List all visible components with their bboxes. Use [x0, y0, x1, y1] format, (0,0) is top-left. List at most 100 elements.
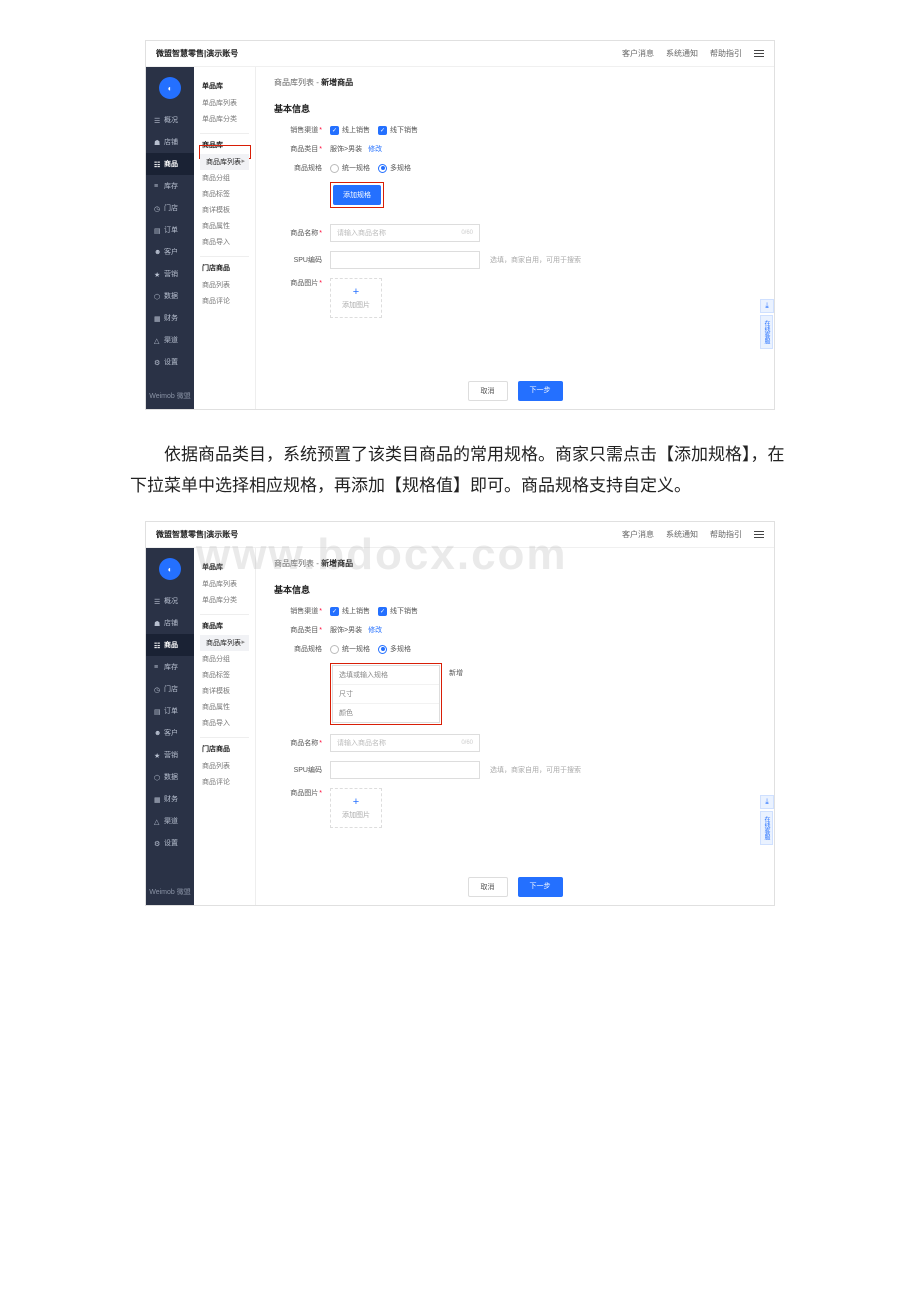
- nav-data[interactable]: ⬡数据: [146, 766, 194, 788]
- dropdown-placeholder[interactable]: 选填或输入规格: [333, 666, 439, 685]
- dropdown-opt-color[interactable]: 颜色: [333, 704, 439, 722]
- add-new-link[interactable]: 新增: [449, 668, 463, 678]
- spec-dropdown[interactable]: 新增 选填或输入规格 尺寸 颜色: [332, 665, 440, 723]
- sub-goods-list[interactable]: 商品库列表: [200, 154, 249, 170]
- download-icon[interactable]: ⤓: [760, 299, 774, 313]
- online-service[interactable]: 在线客服: [760, 315, 773, 349]
- dropdown-opt-size[interactable]: 尺寸: [333, 685, 439, 704]
- sub-goods-import[interactable]: 商品导入: [200, 234, 249, 250]
- sub-goods-tag[interactable]: 商品标签: [200, 186, 249, 202]
- spu-input[interactable]: [330, 761, 480, 779]
- nav-order[interactable]: ▤订单: [146, 700, 194, 722]
- nav-data[interactable]: ⬡数据: [146, 285, 194, 307]
- sub-single-cat[interactable]: 单品库分类: [200, 111, 249, 127]
- hamburger-icon[interactable]: [754, 50, 764, 57]
- checkbox-offline[interactable]: ✓: [378, 126, 387, 135]
- sub-single-cat[interactable]: 单品库分类: [200, 592, 249, 608]
- sub-detail-tpl[interactable]: 商详模板: [200, 683, 249, 699]
- name-input[interactable]: 请输入商品名称 0/60: [330, 734, 480, 752]
- modify-link[interactable]: 修改: [368, 144, 382, 154]
- sub-detail-tpl[interactable]: 商详模板: [200, 202, 249, 218]
- nav-order[interactable]: ▤订单: [146, 219, 194, 241]
- nav-finance[interactable]: ▦财务: [146, 307, 194, 329]
- row-name: 商品名称* 请输入商品名称 0/60: [274, 224, 756, 242]
- online-service[interactable]: 在线客服: [760, 811, 773, 845]
- nav-goods[interactable]: ☷商品: [146, 634, 194, 656]
- cancel-button[interactable]: 取消: [468, 381, 508, 401]
- sub-goods-import[interactable]: 商品导入: [200, 715, 249, 731]
- topbar-link-help[interactable]: 帮助指引: [710, 48, 742, 59]
- sub-store-list[interactable]: 商品列表: [200, 277, 249, 293]
- nav-channel[interactable]: △渠道: [146, 329, 194, 351]
- sub-store-list[interactable]: 商品列表: [200, 758, 249, 774]
- nav-setting[interactable]: ⚙设置: [146, 351, 194, 373]
- sidebar-nav: ◐ ☰概况 ☗店铺 ☷商品 ≡库存 ◷门店 ▤订单 ☻客户 ★营销 ⬡数据 ▦财…: [146, 67, 194, 409]
- next-button[interactable]: 下一步: [518, 381, 563, 401]
- sub-goods-group[interactable]: 商品分组: [200, 170, 249, 186]
- checkbox-online[interactable]: ✓: [330, 126, 339, 135]
- name-input[interactable]: 请输入商品名称 0/60: [330, 224, 480, 242]
- sub-goods-tag[interactable]: 商品标签: [200, 667, 249, 683]
- sub-goods-group[interactable]: 商品分组: [200, 651, 249, 667]
- cancel-button[interactable]: 取消: [468, 877, 508, 897]
- nav-stock[interactable]: ≡库存: [146, 175, 194, 197]
- stock-icon: ≡: [154, 664, 161, 671]
- radio-unified[interactable]: [330, 164, 339, 173]
- divider: [200, 737, 249, 738]
- sidebar-nav: ◐ ☰概况 ☗店铺 ☷商品 ≡库存 ◷门店 ▤订单 ☻客户 ★营销 ⬡数据 ▦财…: [146, 548, 194, 905]
- add-image-button[interactable]: + 添加图片: [330, 278, 382, 318]
- sub-goods-attr[interactable]: 商品属性: [200, 699, 249, 715]
- radio-multi[interactable]: [378, 645, 387, 654]
- crumb-a[interactable]: 商品库列表: [274, 78, 314, 87]
- logo-icon: ◐: [159, 77, 181, 99]
- download-icon[interactable]: ⤓: [760, 795, 774, 809]
- sub-store-review[interactable]: 商品评论: [200, 774, 249, 790]
- checkbox-offline[interactable]: ✓: [378, 607, 387, 616]
- nav-shop[interactable]: ◷门店: [146, 678, 194, 700]
- nav-store[interactable]: ☗店铺: [146, 612, 194, 634]
- nav-stock[interactable]: ≡库存: [146, 656, 194, 678]
- topbar-link-notice[interactable]: 系统通知: [666, 48, 698, 59]
- topbar-link-msg[interactable]: 客户消息: [622, 529, 654, 540]
- sub-goods-list[interactable]: 商品库列表: [200, 635, 249, 651]
- radio-multi[interactable]: [378, 164, 387, 173]
- name-counter: 0/60: [461, 230, 473, 236]
- sub-single-list[interactable]: 单品库列表: [200, 95, 249, 111]
- nav-overview[interactable]: ☰概况: [146, 109, 194, 131]
- nav-setting[interactable]: ⚙设置: [146, 832, 194, 854]
- topbar-link-msg[interactable]: 客户消息: [622, 48, 654, 59]
- nav-finance[interactable]: ▦财务: [146, 788, 194, 810]
- nav-customer[interactable]: ☻客户: [146, 722, 194, 744]
- customer-icon: ☻: [154, 249, 161, 256]
- add-spec-button[interactable]: 添加规格: [333, 185, 381, 205]
- nav-store[interactable]: ☗店铺: [146, 131, 194, 153]
- row-sales-channel: 销售渠道* ✓线上销售 ✓线下销售: [274, 125, 756, 135]
- app-title: 微盟智慧零售|演示账号: [156, 529, 622, 540]
- nav-goods[interactable]: ☷商品: [146, 153, 194, 175]
- nav-shop[interactable]: ◷门店: [146, 197, 194, 219]
- sub-store-review[interactable]: 商品评论: [200, 293, 249, 309]
- topbar-link-notice[interactable]: 系统通知: [666, 529, 698, 540]
- sub-goods-attr[interactable]: 商品属性: [200, 218, 249, 234]
- nav-marketing[interactable]: ★营销: [146, 263, 194, 285]
- next-button[interactable]: 下一步: [518, 877, 563, 897]
- sub-single-list[interactable]: 单品库列表: [200, 576, 249, 592]
- hamburger-icon[interactable]: [754, 531, 764, 538]
- radio-unified[interactable]: [330, 645, 339, 654]
- nav-customer[interactable]: ☻客户: [146, 241, 194, 263]
- spu-hint: 选填，商家自用，可用于搜索: [490, 765, 581, 775]
- nav-marketing[interactable]: ★营销: [146, 744, 194, 766]
- label-name: 商品名称*: [274, 738, 330, 748]
- row-category: 商品类目* 服饰>男装 修改: [274, 144, 756, 154]
- row-spec: 商品规格 统一规格 多规格: [274, 644, 756, 654]
- crumb-a[interactable]: 商品库列表: [274, 559, 314, 568]
- modify-link[interactable]: 修改: [368, 625, 382, 635]
- spu-input[interactable]: [330, 251, 480, 269]
- logo-icon: ◐: [159, 558, 181, 580]
- checkbox-online[interactable]: ✓: [330, 607, 339, 616]
- nav-overview[interactable]: ☰概况: [146, 590, 194, 612]
- nav-channel[interactable]: △渠道: [146, 810, 194, 832]
- topbar-link-help[interactable]: 帮助指引: [710, 529, 742, 540]
- add-image-button[interactable]: + 添加图片: [330, 788, 382, 828]
- order-icon: ▤: [154, 708, 161, 715]
